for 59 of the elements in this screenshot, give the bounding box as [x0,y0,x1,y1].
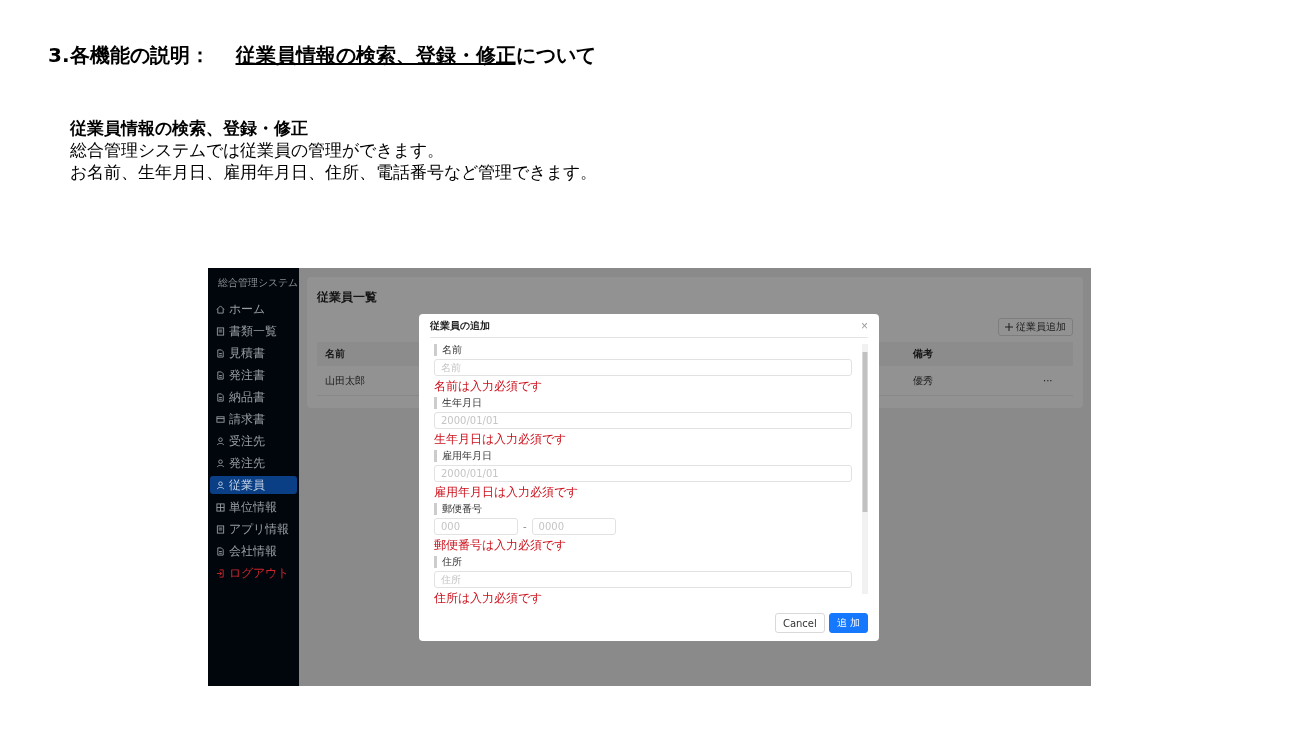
sidebar-item[interactable]: 会社情報 [210,542,297,560]
field-label: 郵便番号 [434,503,852,515]
error-message: 生年月日は入力必須です [434,432,567,446]
user-icon [216,436,225,446]
sidebar-item[interactable]: 請求書 [210,410,297,428]
input-field[interactable]: 2000/01/01 [434,465,852,482]
column-header: 備考 [913,347,933,361]
user-icon [216,458,225,468]
sidebar-item[interactable]: アプリ情報 [210,520,297,538]
heading-topic: 従業員情報の検索、登録・修正について [235,42,596,69]
field-label: 名前 [434,344,852,356]
intro-title: 従業員情報の検索、登録・修正 [70,117,309,139]
sidebar-item[interactable]: 書類一覧 [210,322,297,340]
document-icon [216,370,225,380]
input-field[interactable]: 2000/01/01 [434,412,852,429]
user-icon [216,480,225,490]
sidebar-item[interactable]: 発注先 [210,454,297,472]
sidebar-item[interactable]: 単位情報 [210,498,297,516]
error-message: 住所は入力必須です [434,591,543,605]
dialog-title: 従業員の追加 [430,318,490,333]
sidebar-item[interactable]: ホーム [210,300,297,318]
intro-text: お名前、生年月日、雇用年月日、住所、電話番号など管理できます。 [70,161,598,183]
sidebar-item[interactable]: 発注書 [210,366,297,384]
more-menu[interactable]: ··· [1043,375,1053,386]
postal-code-field[interactable]: 0000 [531,518,616,535]
submit-button[interactable]: 追 加 [828,613,868,633]
sidebar-item[interactable]: 従業員 [210,476,297,494]
postal-code-field[interactable]: 000 [434,518,518,535]
page-title: 従業員一覧 [317,289,378,306]
home-icon [216,304,225,314]
column-header: 名前 [325,347,345,361]
sidebar-item[interactable]: 受注先 [210,432,297,450]
document-icon [216,546,225,556]
add-employee-button[interactable]: 従業員追加 [998,318,1073,336]
sidebar-item[interactable]: ログアウト [210,564,297,582]
list-icon [216,326,225,336]
field-label: 生年月日 [434,397,852,409]
error-message: 郵便番号は入力必須です [434,538,567,552]
plus-icon [1005,323,1013,331]
field-label: 雇用年月日 [434,450,852,462]
grid-icon [216,502,225,512]
sidebar-item[interactable]: 見積書 [210,344,297,362]
list-icon [216,524,225,534]
error-message: 雇用年月日は入力必須です [434,485,579,499]
document-icon [216,348,225,358]
field-label: 住所 [434,556,852,568]
table-cell: 山田太郎 [325,373,365,388]
section-heading: 3.各機能の説明： [48,42,210,69]
sidebar-item[interactable]: 納品書 [210,388,297,406]
error-message: 名前は入力必須です [434,379,543,393]
table-cell: 優秀 [913,373,933,388]
app-title: 総合管理システム [217,276,297,290]
scrollbar[interactable] [862,344,868,594]
card-icon [216,414,225,424]
separator: - [523,521,527,532]
intro-text: 総合管理システムでは従業員の管理ができます。 [70,139,445,161]
cancel-button[interactable]: Cancel [774,613,825,633]
document-icon [216,392,225,402]
logout-icon [216,568,225,578]
